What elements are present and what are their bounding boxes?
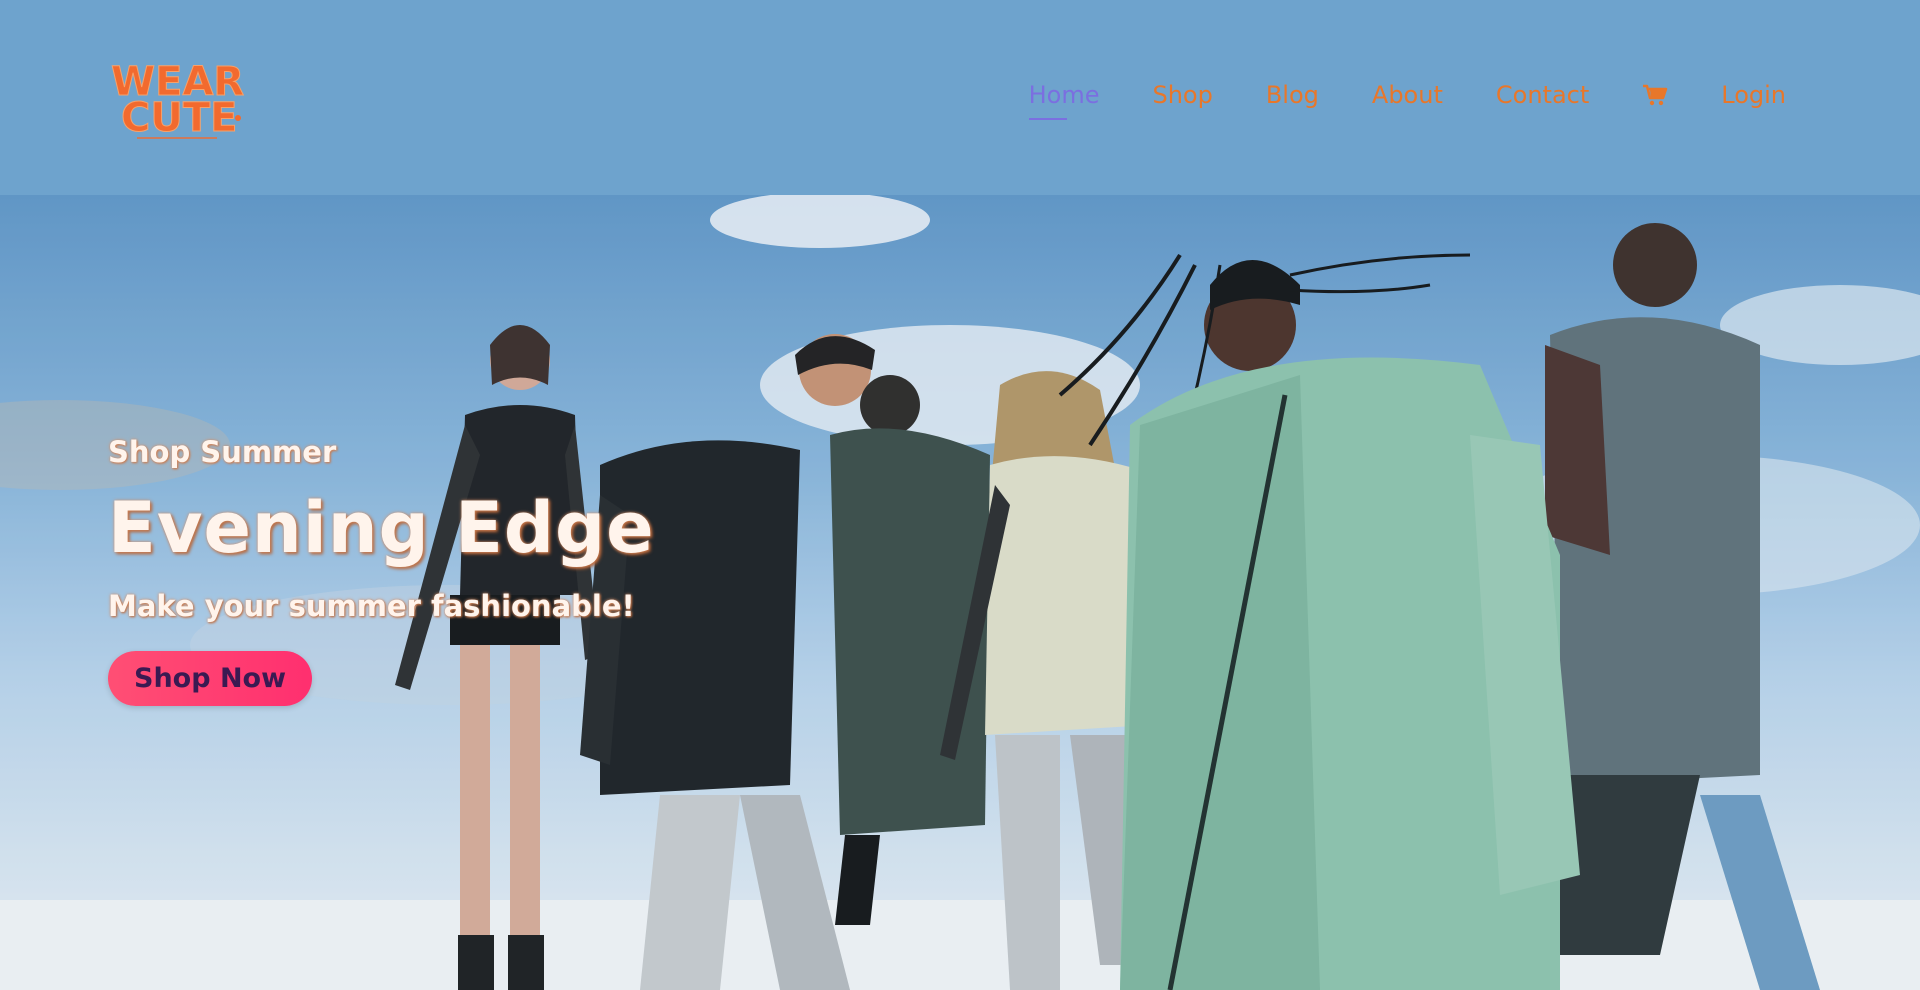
nav-login[interactable]: Login — [1721, 78, 1786, 112]
hero-banner: Shop Summer Evening Edge Make your summe… — [0, 195, 1920, 990]
hero-content: Shop Summer Evening Edge Make your summe… — [108, 435, 655, 706]
main-nav: Home Shop Blog About Contact Login — [1028, 78, 1786, 120]
nav-contact[interactable]: Contact — [1496, 78, 1589, 112]
hero-eyebrow: Shop Summer — [108, 435, 337, 469]
logo-cute-text: CUTE — [121, 95, 237, 141]
nav-shop[interactable]: Shop — [1152, 78, 1212, 112]
nav-about[interactable]: About — [1372, 78, 1443, 112]
nav-blog[interactable]: Blog — [1266, 78, 1319, 112]
nav-home[interactable]: Home — [1028, 78, 1099, 120]
brand-logo[interactable]: WEAR CUTE — [107, 55, 247, 145]
shop-now-button[interactable]: Shop Now — [108, 651, 313, 706]
hero-headline: Evening Edge — [108, 487, 655, 569]
site-header: WEAR CUTE Home Shop Blog About Contact L… — [0, 0, 1920, 195]
hero-tagline: Make your summer fashionable! — [108, 589, 635, 623]
shopping-cart-icon[interactable] — [1642, 83, 1668, 107]
